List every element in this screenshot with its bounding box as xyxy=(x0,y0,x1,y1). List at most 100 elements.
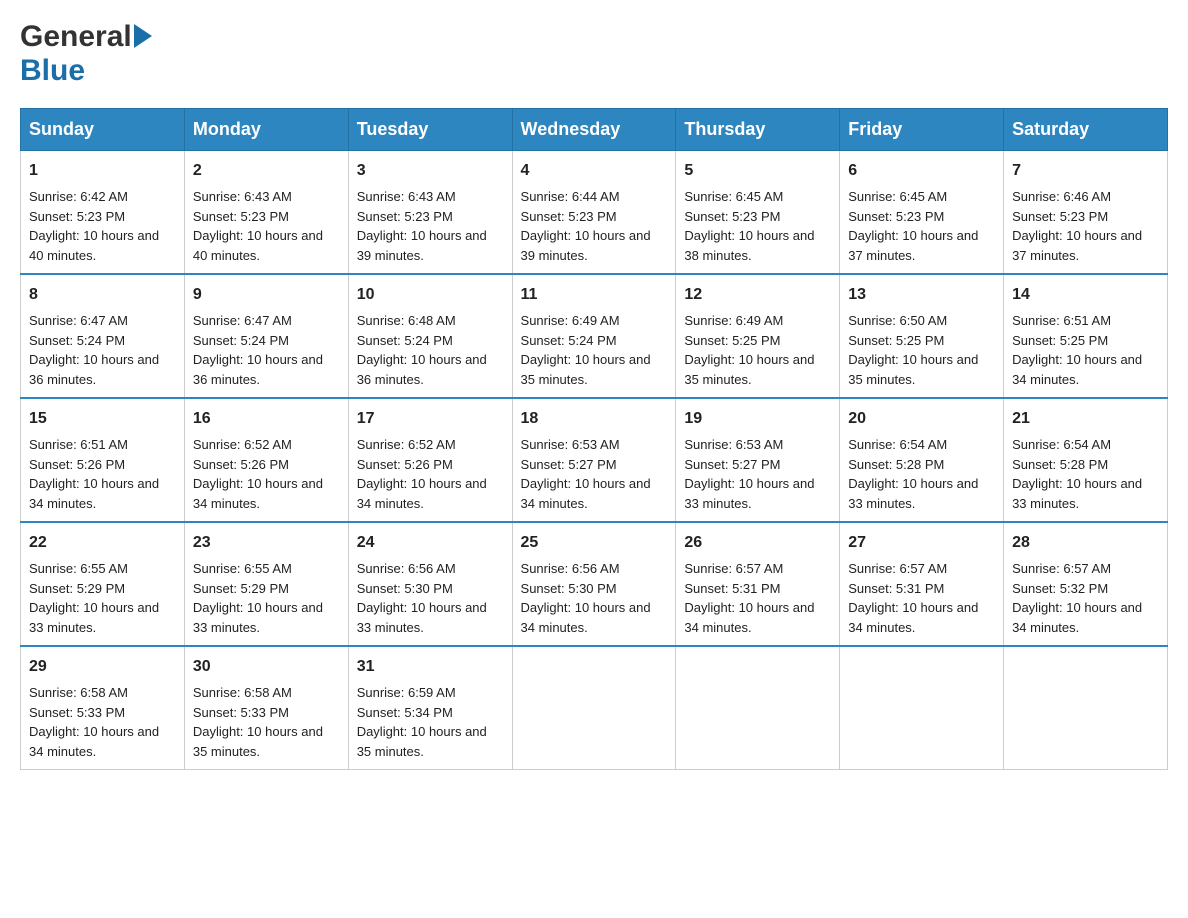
daylight-text: Daylight: 10 hours and 35 minutes. xyxy=(848,350,995,389)
sunrise-text: Sunrise: 6:47 AM xyxy=(193,311,340,331)
daylight-text: Daylight: 10 hours and 34 minutes. xyxy=(193,474,340,513)
day-number: 9 xyxy=(193,283,340,307)
calendar-cell: 3Sunrise: 6:43 AMSunset: 5:23 PMDaylight… xyxy=(348,151,512,275)
sunset-text: Sunset: 5:27 PM xyxy=(684,455,831,475)
sunset-text: Sunset: 5:30 PM xyxy=(521,579,668,599)
sunset-text: Sunset: 5:25 PM xyxy=(848,331,995,351)
sunset-text: Sunset: 5:33 PM xyxy=(29,703,176,723)
day-number: 15 xyxy=(29,407,176,431)
sunrise-text: Sunrise: 6:57 AM xyxy=(848,559,995,579)
daylight-text: Daylight: 10 hours and 33 minutes. xyxy=(29,598,176,637)
sunrise-text: Sunrise: 6:56 AM xyxy=(521,559,668,579)
day-number: 28 xyxy=(1012,531,1159,555)
col-header-saturday: Saturday xyxy=(1004,109,1168,151)
sunset-text: Sunset: 5:23 PM xyxy=(193,207,340,227)
daylight-text: Daylight: 10 hours and 37 minutes. xyxy=(848,226,995,265)
day-number: 21 xyxy=(1012,407,1159,431)
day-number: 12 xyxy=(684,283,831,307)
day-number: 2 xyxy=(193,159,340,183)
daylight-text: Daylight: 10 hours and 34 minutes. xyxy=(521,598,668,637)
sunrise-text: Sunrise: 6:55 AM xyxy=(29,559,176,579)
sunset-text: Sunset: 5:28 PM xyxy=(848,455,995,475)
col-header-friday: Friday xyxy=(840,109,1004,151)
day-number: 7 xyxy=(1012,159,1159,183)
sunrise-text: Sunrise: 6:45 AM xyxy=(684,187,831,207)
calendar-cell: 1Sunrise: 6:42 AMSunset: 5:23 PMDaylight… xyxy=(21,151,185,275)
sunrise-text: Sunrise: 6:43 AM xyxy=(357,187,504,207)
col-header-sunday: Sunday xyxy=(21,109,185,151)
sunset-text: Sunset: 5:27 PM xyxy=(521,455,668,475)
sunset-text: Sunset: 5:29 PM xyxy=(29,579,176,599)
calendar-cell: 30Sunrise: 6:58 AMSunset: 5:33 PMDayligh… xyxy=(184,646,348,770)
calendar-cell: 28Sunrise: 6:57 AMSunset: 5:32 PMDayligh… xyxy=(1004,522,1168,646)
calendar-cell: 21Sunrise: 6:54 AMSunset: 5:28 PMDayligh… xyxy=(1004,398,1168,522)
calendar-cell: 24 Sunrise: 6:56 AMSunset: 5:30 PMDayligh… xyxy=(348,522,512,646)
day-number: 17 xyxy=(357,407,504,431)
calendar-cell xyxy=(840,646,1004,770)
sunrise-text: Sunrise: 6:54 AM xyxy=(848,435,995,455)
daylight-text: Daylight: 10 hours and 36 minutes. xyxy=(193,350,340,389)
sunrise-text: Sunrise: 6:49 AM xyxy=(684,311,831,331)
daylight-text: Daylight: 10 hours and 34 minutes. xyxy=(848,598,995,637)
sunrise-text: Sunrise: 6:57 AM xyxy=(1012,559,1159,579)
daylight-text: Daylight: 10 hours and 33 minutes. xyxy=(357,598,504,637)
sunrise-text: Sunrise: 6:48 AM xyxy=(357,311,504,331)
day-number: 26 xyxy=(684,531,831,555)
sunset-text: Sunset: 5:26 PM xyxy=(29,455,176,475)
calendar-week-row: 22Sunrise: 6:55 AMSunset: 5:29 PMDayligh… xyxy=(21,522,1168,646)
daylight-text: Daylight: 10 hours and 35 minutes. xyxy=(357,722,504,761)
calendar-cell: 27Sunrise: 6:57 AMSunset: 5:31 PMDayligh… xyxy=(840,522,1004,646)
sunset-text: Sunset: 5:26 PM xyxy=(193,455,340,475)
sunset-text: Sunset: 5:33 PM xyxy=(193,703,340,723)
calendar-week-row: 1Sunrise: 6:42 AMSunset: 5:23 PMDaylight… xyxy=(21,151,1168,275)
day-number: 31 xyxy=(357,655,504,679)
sunrise-text: Sunrise: 6:59 AM xyxy=(357,683,504,703)
sunrise-text: Sunrise: 6:49 AM xyxy=(521,311,668,331)
daylight-text: Daylight: 10 hours and 33 minutes. xyxy=(684,474,831,513)
calendar-cell: 12Sunrise: 6:49 AMSunset: 5:25 PMDayligh… xyxy=(676,274,840,398)
daylight-text: Daylight: 10 hours and 36 minutes. xyxy=(357,350,504,389)
sunset-text: Sunset: 5:31 PM xyxy=(684,579,831,599)
calendar-cell: 11Sunrise: 6:49 AMSunset: 5:24 PMDayligh… xyxy=(512,274,676,398)
daylight-text: Daylight: 10 hours and 34 minutes. xyxy=(1012,350,1159,389)
day-number: 14 xyxy=(1012,283,1159,307)
sunset-text: Sunset: 5:24 PM xyxy=(357,331,504,351)
calendar-cell: 9Sunrise: 6:47 AMSunset: 5:24 PMDaylight… xyxy=(184,274,348,398)
day-number: 22 xyxy=(29,531,176,555)
daylight-text: Daylight: 10 hours and 35 minutes. xyxy=(521,350,668,389)
calendar-cell: 26Sunrise: 6:57 AMSunset: 5:31 PMDayligh… xyxy=(676,522,840,646)
day-number: 29 xyxy=(29,655,176,679)
day-number: 6 xyxy=(848,159,995,183)
daylight-text: Daylight: 10 hours and 40 minutes. xyxy=(29,226,176,265)
daylight-text: Daylight: 10 hours and 34 minutes. xyxy=(521,474,668,513)
day-number: 24 xyxy=(357,531,504,555)
daylight-text: Daylight: 10 hours and 34 minutes. xyxy=(29,722,176,761)
day-number: 1 xyxy=(29,159,176,183)
logo: General Blue xyxy=(20,20,152,88)
sunrise-text: Sunrise: 6:52 AM xyxy=(357,435,504,455)
sunset-text: Sunset: 5:26 PM xyxy=(357,455,504,475)
calendar-cell: 15Sunrise: 6:51 AMSunset: 5:26 PMDayligh… xyxy=(21,398,185,522)
sunset-text: Sunset: 5:23 PM xyxy=(357,207,504,227)
day-number: 20 xyxy=(848,407,995,431)
sunrise-text: Sunrise: 6:43 AM xyxy=(193,187,340,207)
daylight-text: Daylight: 10 hours and 34 minutes. xyxy=(29,474,176,513)
day-number: 10 xyxy=(357,283,504,307)
sunset-text: Sunset: 5:28 PM xyxy=(1012,455,1159,475)
calendar-cell: 14Sunrise: 6:51 AMSunset: 5:25 PMDayligh… xyxy=(1004,274,1168,398)
daylight-text: Daylight: 10 hours and 39 minutes. xyxy=(521,226,668,265)
sunset-text: Sunset: 5:30 PM xyxy=(357,579,504,599)
calendar-cell: 18Sunrise: 6:53 AMSunset: 5:27 PMDayligh… xyxy=(512,398,676,522)
daylight-text: Daylight: 10 hours and 39 minutes. xyxy=(357,226,504,265)
day-number: 27 xyxy=(848,531,995,555)
sunset-text: Sunset: 5:23 PM xyxy=(1012,207,1159,227)
sunrise-text: Sunrise: 6:56 AM xyxy=(357,559,504,579)
daylight-text: Daylight: 10 hours and 36 minutes. xyxy=(29,350,176,389)
sunset-text: Sunset: 5:24 PM xyxy=(29,331,176,351)
daylight-text: Daylight: 10 hours and 40 minutes. xyxy=(193,226,340,265)
sunset-text: Sunset: 5:23 PM xyxy=(684,207,831,227)
calendar-cell: 20Sunrise: 6:54 AMSunset: 5:28 PMDayligh… xyxy=(840,398,1004,522)
calendar-table: SundayMondayTuesdayWednesdayThursdayFrid… xyxy=(20,108,1168,770)
sunset-text: Sunset: 5:23 PM xyxy=(29,207,176,227)
calendar-week-row: 15Sunrise: 6:51 AMSunset: 5:26 PMDayligh… xyxy=(21,398,1168,522)
